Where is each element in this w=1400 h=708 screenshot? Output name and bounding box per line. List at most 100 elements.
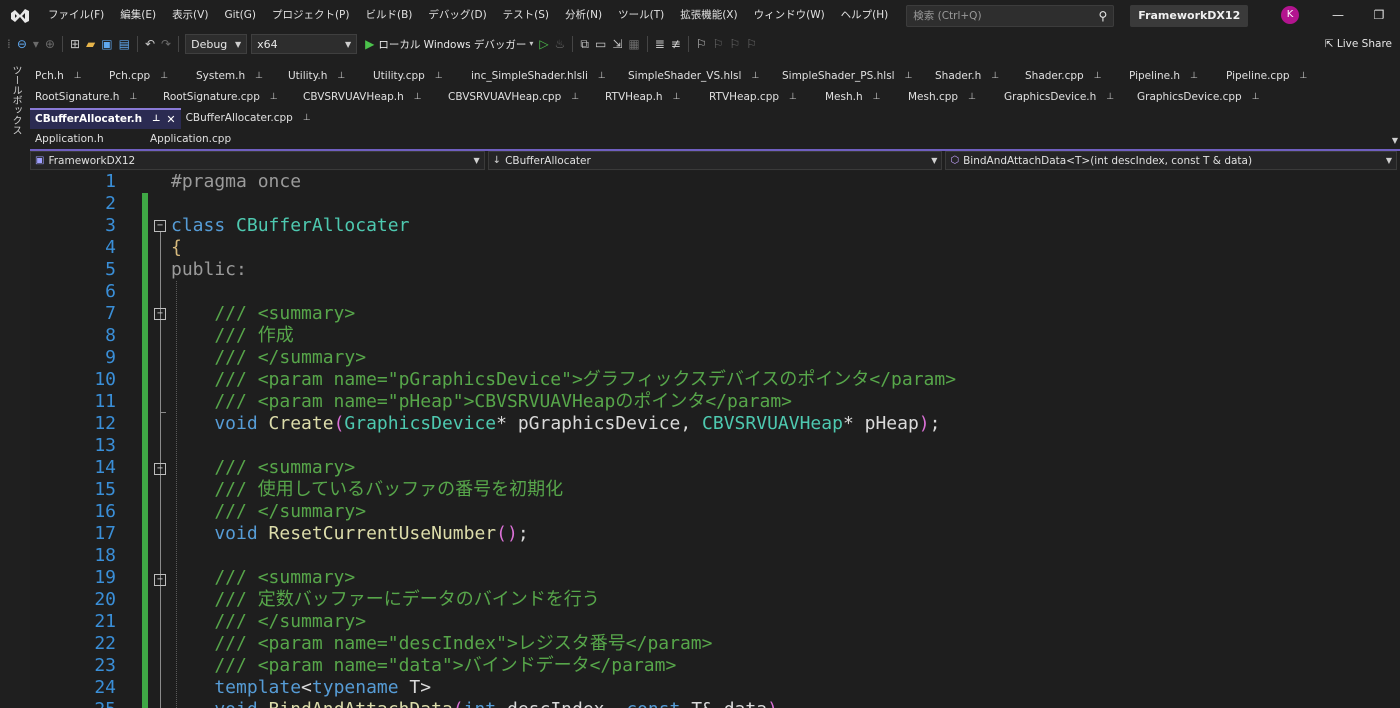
fold-collapse-icon[interactable]: − [154,463,166,475]
user-avatar[interactable]: K [1281,6,1299,24]
file-tab[interactable]: Mesh.h ⊥ [820,87,903,108]
file-tab[interactable]: System.h ⊥ [191,66,283,87]
live-share-button[interactable]: ⇱ Live Share [1325,31,1392,57]
file-tab[interactable]: GraphicsDevice.h ⊥ [999,87,1132,108]
pin-icon[interactable]: ⊥ [1300,66,1308,87]
menu-item[interactable]: 表示(V) [164,0,216,31]
file-tab[interactable]: Pipeline.cpp ⊥ [1221,66,1325,87]
new-project-icon[interactable]: ⊞ [67,31,83,57]
start-debugging-button[interactable]: ▶ ローカル Windows デバッガー ▾ [365,31,536,57]
close-icon[interactable]: ✕ [166,109,175,130]
pin-icon[interactable]: ⊥ [435,66,443,87]
file-tab[interactable]: Utility.cpp ⊥ [368,66,466,87]
fold-collapse-icon[interactable]: − [154,308,166,320]
pin-icon[interactable]: ⊥ [74,66,82,87]
menu-item[interactable]: Git(G) [216,0,264,31]
file-tab[interactable]: CBVSRVUAVHeap.h ⊥ [298,87,443,108]
file-tab[interactable]: SimpleShader_VS.hlsl ⊥ [623,66,777,87]
pin-icon[interactable]: ⊥ [991,66,999,87]
pin-icon[interactable]: ⊥ [968,87,976,108]
pin-icon[interactable]: ⊥ [129,87,137,108]
menu-item[interactable]: 編集(E) [112,0,164,31]
step-icon[interactable]: ⇲ [609,31,625,57]
forward-icon[interactable]: ⊕ [42,31,58,57]
prev-bookmark-icon[interactable]: ⚐ [710,31,727,57]
file-tab[interactable]: Utility.h ⊥ [283,66,368,87]
back-icon[interactable]: ⊖ [14,31,30,57]
fold-collapse-icon[interactable]: − [154,574,166,586]
menu-item[interactable]: デバッグ(D) [420,0,494,31]
pin-icon[interactable]: ⊥ [1252,87,1260,108]
save-all-icon[interactable]: ▤ [116,31,133,57]
clear-bookmarks-icon[interactable]: ⚐ [743,31,760,57]
pin-icon[interactable]: ⊥ [905,66,913,87]
menu-item[interactable]: ウィンドウ(W) [746,0,833,31]
visual-studio-logo-icon[interactable] [0,0,40,31]
pin-icon[interactable]: ⊥ [160,66,168,87]
file-tab[interactable]: RTVHeap.cpp ⊥ [704,87,820,108]
menu-item[interactable]: テスト(S) [495,0,557,31]
pin-icon[interactable]: ⊥ [337,66,345,87]
menu-item[interactable]: ツール(T) [610,0,672,31]
file-tab[interactable]: Pipeline.h ⊥ [1124,66,1221,87]
fold-collapse-icon[interactable]: − [154,220,166,232]
next-bookmark-icon[interactable]: ⚐ [726,31,743,57]
file-tab[interactable]: Application.h [30,129,145,150]
pin-icon[interactable]: ⊥ [673,87,681,108]
platform-dropdown[interactable]: x64 ▼ [251,34,358,54]
file-tab[interactable]: Shader.cpp ⊥ [1020,66,1124,87]
pin-icon[interactable]: ⊥ [303,108,311,129]
browser-link-icon[interactable]: ⧉ [577,31,592,57]
menu-item[interactable]: ビルド(B) [357,0,420,31]
bookmark-icon[interactable]: ⚐ [693,31,710,57]
dropdown-arrow-icon[interactable]: ▾ [30,31,42,57]
hot-reload-icon[interactable]: ♨ [552,31,569,57]
menu-item[interactable]: ファイル(F) [40,0,112,31]
file-tab[interactable]: GraphicsDevice.cpp ⊥ [1132,87,1272,108]
tab-cbufferallocater-cpp[interactable]: CBufferAllocater.cpp ⊥ [181,108,316,129]
window-layout-icon[interactable]: ▭ [592,31,609,57]
file-tab[interactable]: RTVHeap.h ⊥ [600,87,704,108]
file-tab[interactable]: Mesh.cpp ⊥ [903,87,999,108]
file-tab[interactable]: RootSignature.h ⊥ [30,87,158,108]
tab-cbufferallocater-h[interactable]: CBufferAllocater.h ⊥ ✕ [30,108,181,129]
project-dropdown[interactable]: ▣ FrameworkDX12 ▼ [30,151,485,170]
pin-icon[interactable]: ⊥ [873,87,881,108]
file-tab[interactable]: SimpleShader_PS.hlsl ⊥ [777,66,930,87]
file-tab[interactable]: Pch.h ⊥ [30,66,104,87]
member-dropdown[interactable]: ⬡ BindAndAttachData<T>(int descIndex, con… [945,151,1398,170]
comment-icon[interactable]: ≣ [652,31,668,57]
start-without-debugging-icon[interactable]: ▷ [536,31,551,57]
pin-icon[interactable]: ⊥ [571,87,579,108]
code-editor[interactable]: 1234567891011121314151617181920212223242… [30,171,1400,708]
undo-icon[interactable]: ↶ [142,31,158,57]
pin-icon[interactable]: ⊥ [255,66,263,87]
pin-icon[interactable]: ⊥ [270,87,278,108]
scope-dropdown[interactable]: ↓ CBufferAllocater ▼ [487,151,943,170]
open-folder-icon[interactable]: ▰ [83,31,98,57]
restore-icon[interactable]: ❐ [1362,0,1396,31]
search-input[interactable]: 検索 (Ctrl+Q) ⚲ [906,4,1115,27]
pin-icon[interactable]: ⊥ [414,87,422,108]
file-tab[interactable]: Application.cpp [145,129,265,150]
pin-icon[interactable]: ⊥ [598,66,606,87]
pin-icon[interactable]: ⊥ [1190,66,1198,87]
uncomment-icon[interactable]: ≢ [668,31,684,57]
toolbox-tab[interactable]: ツールボックス [8,65,23,135]
pin-icon[interactable]: ⊥ [789,87,797,108]
menu-item[interactable]: 拡張機能(X) [672,0,745,31]
menu-item[interactable]: ヘルプ(H) [833,0,897,31]
tab-overflow-icon[interactable]: ▼ [1392,136,1398,145]
menu-item[interactable]: 分析(N) [557,0,610,31]
menu-item[interactable]: プロジェクト(P) [264,0,358,31]
file-tab[interactable]: RootSignature.cpp ⊥ [158,87,298,108]
save-icon[interactable]: ▣ [98,31,115,57]
pin-icon[interactable]: ⊥ [751,66,759,87]
file-tab[interactable]: inc_SimpleShader.hlsli ⊥ [466,66,623,87]
minimize-icon[interactable]: — [1321,0,1355,31]
pin-icon[interactable]: ⊥ [1094,66,1102,87]
file-tab[interactable]: Shader.h ⊥ [930,66,1020,87]
format-icon[interactable]: ▦ [625,31,642,57]
configuration-dropdown[interactable]: Debug ▼ [185,34,248,54]
pin-icon[interactable]: ⊥ [152,109,160,130]
